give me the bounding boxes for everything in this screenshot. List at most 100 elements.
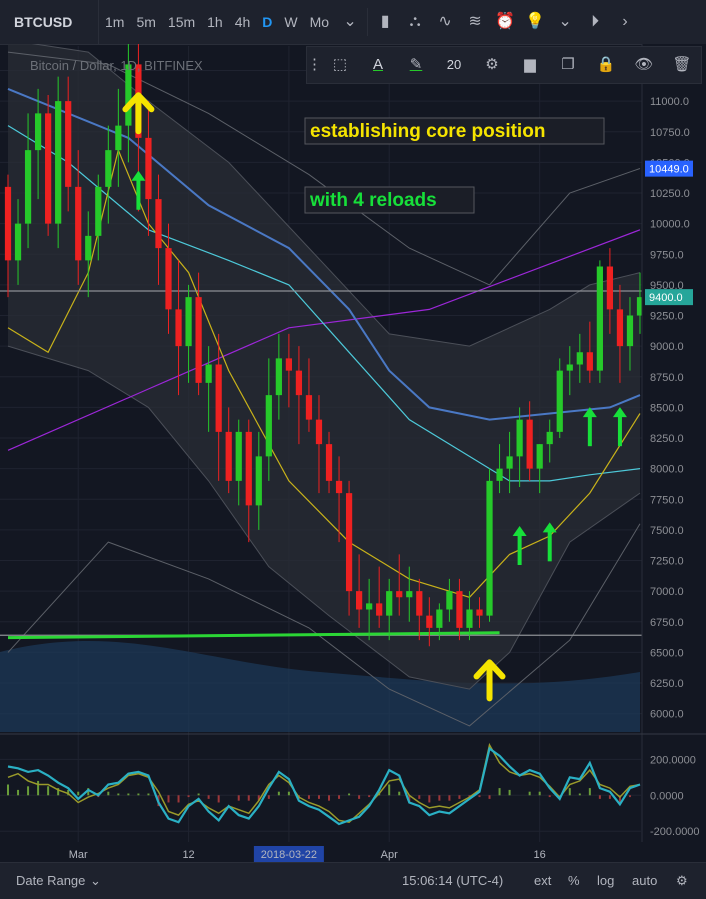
price-badge-label: 10449.0 [649, 164, 689, 176]
candle-body [345, 493, 353, 592]
osc-line-olive [7, 742, 641, 824]
log-toggle[interactable]: log [597, 873, 614, 888]
text-color-icon[interactable]: A [359, 47, 397, 83]
candle-body [305, 395, 313, 420]
candle-body [95, 186, 102, 236]
candle-body [115, 125, 122, 151]
candle-body [255, 456, 262, 506]
up-arrow-shaft [547, 531, 552, 562]
candle-body [596, 266, 603, 371]
candle-body [466, 609, 473, 628]
interval-15m[interactable]: 15m [162, 0, 201, 44]
candle-body [235, 431, 242, 481]
interval-w[interactable]: W [278, 0, 303, 44]
price-tick-label: 6500.0 [650, 647, 684, 659]
candle-body [125, 64, 132, 126]
candle-body [34, 113, 42, 151]
ext-toggle[interactable]: ext [534, 873, 551, 888]
interval-1h[interactable]: 1h [201, 0, 229, 44]
candle-body [606, 266, 614, 310]
candle-body [335, 480, 343, 494]
candle-body [446, 591, 453, 610]
candle-body [245, 431, 252, 506]
candle-body [546, 431, 553, 445]
candle-body [165, 248, 172, 310]
chart-canvas[interactable]: establishing core position with 4 reloads… [0, 44, 706, 862]
price-tick-label: 7750.0 [650, 494, 684, 506]
candle-body [4, 186, 12, 261]
interval-5m[interactable]: 5m [130, 0, 161, 44]
candle-body [376, 603, 383, 616]
chevron-down-icon[interactable]: ⌄ [550, 0, 580, 44]
candle-body [85, 235, 92, 261]
candle-body [496, 468, 503, 481]
price-tick-label: 7000.0 [650, 586, 684, 598]
toolbar-separator [367, 8, 369, 36]
candle-body [536, 444, 543, 469]
lightbulb-icon[interactable]: 💡 [520, 0, 550, 44]
price-tick-label: 8250.0 [650, 433, 684, 445]
line-size-select[interactable]: 20 [435, 47, 473, 83]
candle-body [24, 150, 32, 224]
price-tick-label: 9750.0 [650, 249, 684, 261]
candle-body [75, 186, 82, 261]
lock-icon[interactable]: 🔒 [587, 47, 625, 83]
price-tick-label: 9250.0 [650, 311, 684, 323]
price-tick-label: 10750.0 [650, 127, 690, 139]
interval-d[interactable]: D [256, 0, 278, 44]
chevron-down-icon[interactable]: ⌄ [90, 873, 101, 889]
pen-color-icon[interactable]: ✎ [397, 47, 435, 83]
x-axis-label: 12 [182, 849, 194, 861]
candle-body [566, 364, 573, 371]
visibility-eye-icon[interactable]: 👁 [625, 47, 663, 83]
candle-body [285, 358, 292, 371]
interval-1m[interactable]: 1m [99, 0, 130, 44]
replay-icon[interactable]: ⏵ [580, 0, 610, 44]
settings-gear-icon[interactable]: ⚙ [473, 47, 511, 83]
candle-body [386, 591, 393, 616]
compare-icon[interactable]: ⛬ [400, 0, 430, 44]
up-arrow-shaft [617, 416, 622, 447]
candle-body [325, 444, 333, 481]
gear-icon[interactable]: ⚙ [676, 873, 688, 889]
candles-style-icon[interactable]: ▮ [370, 0, 400, 44]
price-tick-label: 6250.0 [650, 678, 684, 690]
candle-body [366, 603, 373, 610]
chevron-right-icon[interactable]: › [610, 0, 640, 44]
candle-body [145, 137, 152, 200]
chart-legend-title: Bitcoin / Dollar, 1D, BITFINEX [30, 58, 203, 73]
clone-icon[interactable]: ❐ [549, 47, 587, 83]
candle-body [486, 480, 493, 616]
interval-4h[interactable]: 4h [229, 0, 257, 44]
line-chart-icon[interactable]: ∿ [430, 0, 460, 44]
price-tick-label: 7500.0 [650, 525, 684, 537]
template-icon[interactable]: ▆ [511, 47, 549, 83]
date-range-button[interactable]: Date Range [16, 873, 85, 888]
candle-body [215, 364, 222, 432]
x-axis-label: Mar [69, 849, 88, 861]
price-tick-label: 10250.0 [650, 188, 690, 200]
price-tick-label: 7250.0 [650, 556, 684, 568]
x-axis-label: 16 [534, 849, 546, 861]
auto-toggle[interactable]: auto [632, 873, 657, 888]
candle-body [396, 591, 403, 598]
selection-icon[interactable]: ⬚ [321, 47, 359, 83]
symbol-search-button[interactable]: BTCUSD [0, 0, 99, 44]
trash-icon[interactable]: 🗑 [663, 47, 701, 83]
drag-handle-icon[interactable]: ⋮ [307, 47, 322, 83]
candle-body [576, 352, 583, 365]
candle-body [155, 199, 162, 249]
candle-body [185, 297, 192, 347]
osc-tick-label: 0.0000 [650, 790, 684, 802]
clock-readout: 15:06:14 (UTC-4) [402, 873, 504, 888]
alert-clock-icon[interactable]: ⏰ [490, 0, 520, 44]
candle-body [416, 591, 423, 616]
percent-toggle[interactable]: % [568, 873, 580, 888]
chevron-down-icon[interactable]: ⌄ [335, 0, 365, 44]
candle-body [14, 223, 22, 261]
drawing-toolbar: ⋮ ⬚ A ✎ 20 ⚙ ▆ ❐ 🔒 👁 🗑 [306, 46, 702, 84]
candle-body [265, 395, 272, 457]
interval-mo[interactable]: Mo [304, 0, 335, 44]
price-badge-label: 9400.0 [649, 292, 683, 304]
indicators-icon[interactable]: ≋ [460, 0, 490, 44]
